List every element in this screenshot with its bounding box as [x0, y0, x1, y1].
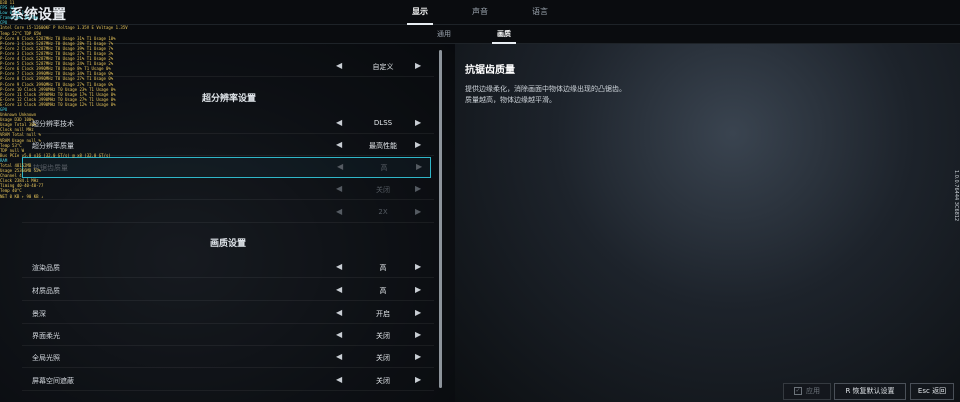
arrow-left-icon[interactable]: ◀	[336, 330, 342, 339]
setting-value: 最高性能	[369, 142, 397, 150]
setting-value: DLSS	[373, 119, 393, 127]
tab-sound[interactable]: 声音	[455, 0, 505, 25]
detail-description-line2: 质量越高，物体边缘越平滑。	[465, 96, 556, 104]
setting-value: 关闭	[376, 354, 390, 362]
arrow-right-icon[interactable]: ▶	[415, 375, 421, 384]
top-bar: 系统设置 显示 声音 语言	[0, 0, 960, 25]
arrow-right-icon[interactable]: ▶	[415, 207, 421, 216]
arrow-left-icon[interactable]: ◀	[336, 375, 342, 384]
tab-display[interactable]: 显示	[395, 0, 445, 25]
setting-value: 关闭	[376, 377, 390, 385]
arrow-right-icon[interactable]: ▶	[415, 352, 421, 361]
settings-scrollbar[interactable]	[439, 50, 442, 388]
setting-row-global-illumination[interactable]: 全局光照 ◀ 关闭 ▶	[22, 348, 434, 368]
section-header-upscale: 超分辨率设置	[202, 94, 257, 104]
setting-value: 关闭	[376, 332, 390, 340]
setting-value: 高	[379, 264, 387, 272]
checkbox-icon: ✓	[794, 387, 802, 395]
arrow-right-icon[interactable]: ▶	[415, 184, 421, 193]
setting-row-upscale-quality[interactable]: 超分辨率质量 ◀ 最高性能 ▶	[22, 136, 434, 156]
setting-value: 高	[380, 164, 388, 172]
arrow-left-icon[interactable]: ◀	[336, 308, 342, 317]
reset-defaults-button[interactable]: R 恢复默认设置	[834, 383, 906, 400]
setting-label: 抗锯齿质量	[33, 164, 68, 172]
sub-tab-bar: 通用 画质	[0, 25, 960, 44]
setting-row-disabled-1[interactable]: ◀ 关闭 ▶	[22, 180, 434, 200]
setting-row-upscale-tech[interactable]: 超分辨率技术 ◀ DLSS ▶	[22, 114, 434, 134]
setting-value: 自定义	[372, 63, 394, 71]
setting-label: 材质品质	[32, 287, 60, 295]
arrow-right-icon[interactable]: ▶	[415, 285, 421, 294]
setting-label: 屏幕空间遮蔽	[32, 377, 74, 385]
setting-label: 景深	[32, 310, 46, 318]
scrollbar-thumb[interactable]	[439, 50, 442, 388]
setting-label: 界面柔光	[32, 332, 60, 340]
setting-row-preset[interactable]: ◀ 自定义 ▶	[22, 57, 434, 77]
subtab-graphics[interactable]: 画质	[484, 25, 524, 44]
arrow-left-icon[interactable]: ◀	[336, 262, 342, 271]
setting-value: 高	[379, 287, 387, 295]
arrow-right-icon[interactable]: ▶	[415, 308, 421, 317]
back-button[interactable]: Esc 返回	[910, 383, 954, 400]
arrow-right-icon[interactable]: ▶	[416, 162, 422, 171]
setting-row-disabled-2[interactable]: ◀ 2X ▶	[22, 203, 434, 223]
setting-label: 超分辨率技术	[32, 120, 74, 128]
detail-title: 抗锯齿质量	[465, 65, 515, 76]
setting-row-antialias-quality[interactable]: 抗锯齿质量 ◀ 高 ▶	[22, 157, 431, 178]
page-title: 系统设置	[10, 7, 66, 23]
apply-label: 应用	[806, 387, 820, 395]
arrow-left-icon[interactable]: ◀	[336, 61, 342, 70]
apply-button[interactable]: ✓ 应用	[783, 383, 831, 400]
setting-row-ssao[interactable]: 屏幕空间遮蔽 ◀ 关闭 ▶	[22, 371, 434, 391]
arrow-left-icon[interactable]: ◀	[336, 352, 342, 361]
setting-label: 超分辨率质量	[32, 142, 74, 150]
arrow-right-icon[interactable]: ▶	[415, 262, 421, 271]
setting-value: 开启	[376, 310, 390, 318]
arrow-left-icon[interactable]: ◀	[336, 140, 342, 149]
arrow-left-icon[interactable]: ◀	[336, 207, 342, 216]
setting-label: 渲染品质	[32, 264, 60, 272]
arrow-left-icon[interactable]: ◀	[336, 184, 342, 193]
arrow-right-icon[interactable]: ▶	[415, 140, 421, 149]
arrow-right-icon[interactable]: ▶	[415, 61, 421, 70]
setting-row-texture-quality[interactable]: 材质品质 ◀ 高 ▶	[22, 281, 434, 301]
arrow-left-icon[interactable]: ◀	[337, 162, 343, 171]
subtab-general[interactable]: 通用	[424, 25, 464, 44]
arrow-left-icon[interactable]: ◀	[336, 285, 342, 294]
detail-description-line1: 提供边缘柔化，消除画面中物体边缘出现的凸锯齿。	[465, 85, 626, 93]
tab-language[interactable]: 语言	[515, 0, 565, 25]
section-header-quality: 画质设置	[210, 239, 247, 249]
setting-value: 2X	[378, 208, 388, 216]
setting-row-depth-of-field[interactable]: 景深 ◀ 开启 ▶	[22, 304, 434, 324]
arrow-right-icon[interactable]: ▶	[415, 330, 421, 339]
version-text: 1.0.0.76444 3C6812	[953, 170, 959, 222]
setting-value: 关闭	[376, 186, 390, 194]
setting-label: 全局光照	[32, 354, 60, 362]
arrow-right-icon[interactable]: ▶	[415, 118, 421, 127]
setting-row-ui-glow[interactable]: 界面柔光 ◀ 关闭 ▶	[22, 326, 434, 346]
setting-row-render-quality[interactable]: 渲染品质 ◀ 高 ▶	[22, 258, 434, 278]
game-settings-screen: { "header": { "title": "系统设置", "tabs": […	[0, 0, 960, 402]
arrow-left-icon[interactable]: ◀	[336, 118, 342, 127]
